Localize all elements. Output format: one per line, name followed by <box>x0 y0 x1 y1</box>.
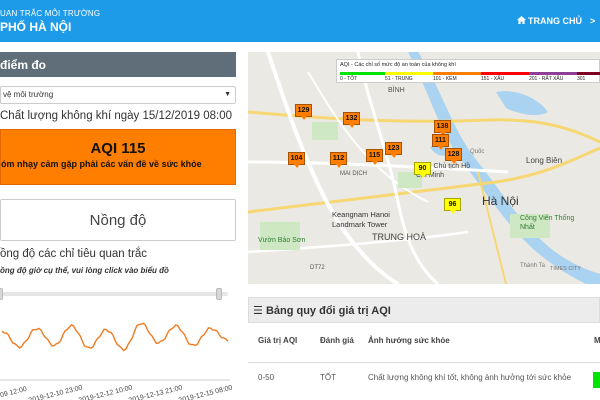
map-label-keangnam: Keangnam Hanoi Landmark Tower <box>332 210 390 229</box>
marker-pointer <box>438 146 444 150</box>
time-range-slider[interactable] <box>0 288 228 300</box>
table-cell-color-swatch <box>593 372 600 388</box>
chart-tick-label: 2019-12-15 08:00 <box>178 384 233 400</box>
table-header-value: Giá trị AQI <box>258 336 298 345</box>
table-header-color: M <box>594 336 600 345</box>
top-header: UAN TRẮC MÔI TRƯỜNG PHỐ HÀ NỘI TRANG CHỦ… <box>0 0 600 42</box>
nav-home-link[interactable]: TRANG CHỦ <box>517 16 582 26</box>
slider-handle-right[interactable] <box>216 288 222 300</box>
marker-pointer <box>451 160 457 164</box>
map-label-maidich: MAI DỊCH <box>340 171 367 177</box>
legend-label: 101 - KÉM <box>433 76 457 82</box>
map-label-congvien: Công Viên Thống Nhất <box>520 215 575 231</box>
marker-pointer <box>294 164 300 168</box>
marker-pointer <box>450 210 456 214</box>
legend-label: 301 <box>577 76 586 82</box>
map-label-trunghoa: TRUNG HOÀ <box>372 232 426 242</box>
station-select[interactable]: vệ môi trường ▼ <box>0 86 236 104</box>
aqi-map[interactable]: BÌNH Hà Nội Keangnam Hanoi Landmark Tower T… <box>248 52 600 284</box>
aqi-legend: AQI - Các chỉ số mức độ an toàn của khôn… <box>336 59 600 83</box>
home-icon <box>517 16 526 26</box>
map-label-hanoi: Hà Nội <box>482 194 519 208</box>
aqi-table-title: Bảng quy đổi giá trị AQI <box>265 305 391 317</box>
marker-pointer <box>301 116 307 120</box>
slider-handle-left[interactable] <box>0 288 3 300</box>
aqi-date-title: Chất lượng không khí ngày 15/12/2019 08:… <box>0 110 232 122</box>
map-station-marker[interactable]: 132 <box>343 112 360 128</box>
map-station-marker[interactable]: 90 <box>414 162 431 178</box>
map-station-marker[interactable]: 138 <box>434 120 451 136</box>
legend-color-bar <box>385 72 433 75</box>
chart-series-line[interactable] <box>1 322 229 352</box>
map-label-dt72: DT72 <box>310 265 325 271</box>
concentration-button[interactable]: Nồng độ <box>0 199 236 241</box>
aqi-description: óm nhạy cảm gặp phải các vấn đề về sức k… <box>1 159 202 169</box>
left-panel: điểm đo vệ môi trường ▼ Chất lượng không… <box>0 42 240 400</box>
map-station-marker[interactable]: 129 <box>295 104 312 120</box>
concentration-line-chart[interactable]: 9-12-09 12:00 2019-12-10 23:002019-12-12 … <box>0 300 236 400</box>
table-cell-rating: TỐT <box>320 373 336 382</box>
table-header-rating: Đánh giá <box>320 336 354 345</box>
concentration-title: ồng độ các chỉ tiêu quan trắc <box>0 248 148 260</box>
table-cell-effect: Chất lượng không khí tốt, không ảnh hưởn… <box>368 373 572 382</box>
concentration-hint: ồng độ giờ cụ thể, vui lòng click vào bi… <box>0 266 169 275</box>
map-station-marker[interactable]: 111 <box>432 134 449 150</box>
aqi-table: Giá trị AQI Đánh giá Ảnh hưởng sức khỏe … <box>248 327 600 400</box>
legend-color-bar <box>529 72 577 75</box>
map-label-binh: BÌNH <box>388 87 405 94</box>
legend-label: 201 - RẤT XẤU <box>529 76 564 82</box>
table-header-effect: Ảnh hưởng sức khỏe <box>368 336 450 345</box>
station-panel-header: điểm đo <box>0 52 236 77</box>
map-label-longbien: Long Biên <box>526 156 563 165</box>
aqi-status-box: AQI 115 óm nhạy cảm gặp phải các vấn đề … <box>0 129 236 185</box>
legend-label: 51 - TRUNG <box>385 76 413 82</box>
legend-label: 151 - XẤU <box>481 76 505 82</box>
map-station-marker[interactable]: 96 <box>444 198 461 214</box>
station-panel-title: điểm đo <box>0 58 47 72</box>
map-station-marker[interactable]: 128 <box>445 148 462 164</box>
legend-title: AQI - Các chỉ số mức độ an toàn của khôn… <box>340 62 456 68</box>
map-station-marker[interactable]: 123 <box>385 142 402 158</box>
chart-tick-label: 9-12-09 12:00 <box>0 386 28 400</box>
marker-pointer <box>391 154 397 158</box>
aqi-table-header: ☰ Bảng quy đổi giá trị AQI <box>248 297 600 323</box>
map-label-phanhtay: Thành Ta <box>520 263 545 269</box>
nav-home-label: TRANG CHỦ <box>528 16 582 26</box>
chart-tick-label: 2019-12-10 23:00 <box>28 384 83 400</box>
table-cell-range: 0-50 <box>258 373 275 382</box>
marker-pointer <box>336 164 342 168</box>
map-label-timescity: TIMES CITY <box>550 266 581 272</box>
legend-label: 0 - TỐT <box>340 76 358 82</box>
caret-down-icon: ▼ <box>224 91 231 98</box>
station-select-value: vệ môi trường <box>3 90 54 99</box>
brand-subtitle: UAN TRẮC MÔI TRƯỜNG <box>0 9 101 18</box>
brand-title[interactable]: PHỐ HÀ NỘI <box>0 20 71 34</box>
map-station-marker[interactable]: 112 <box>330 152 347 168</box>
legend-color-bar <box>481 72 529 75</box>
map-station-marker[interactable]: 115 <box>366 149 383 165</box>
legend-color-bar <box>577 72 600 75</box>
legend-color-bar <box>433 72 481 75</box>
chart-tick-label: 2019-12-12 10:00 <box>78 384 133 400</box>
map-station-marker[interactable]: 104 <box>288 152 305 168</box>
table-divider <box>248 362 600 363</box>
marker-pointer <box>372 161 378 165</box>
map-label-baoson: Vườn Bảo Sơn <box>258 237 306 244</box>
aqi-value: AQI 115 <box>90 140 146 157</box>
legend-color-bar <box>340 72 385 75</box>
marker-pointer <box>349 124 355 128</box>
chart-tick-label: 2019-12-13 21:00 <box>128 384 183 400</box>
list-icon: ☰ <box>253 305 263 317</box>
map-label-quoc: Quốc <box>470 149 485 155</box>
marker-pointer <box>420 174 426 178</box>
nav-next-link[interactable]: > <box>590 16 595 26</box>
